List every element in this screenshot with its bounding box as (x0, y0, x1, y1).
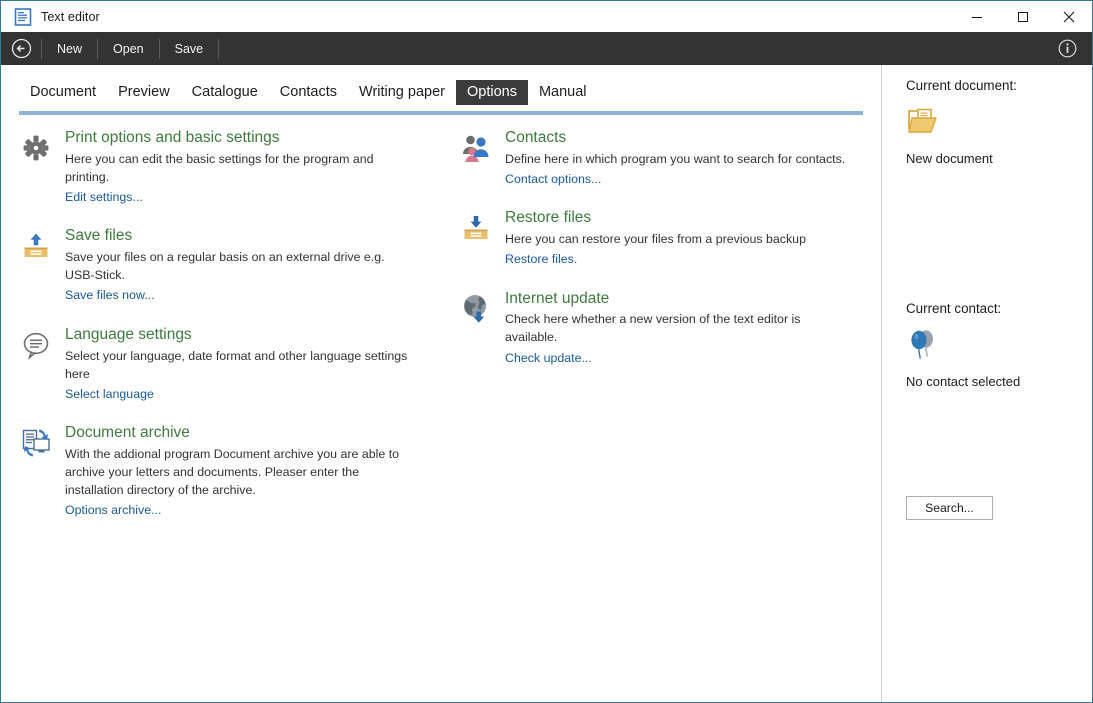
option-internet-update: Internet update Check here whether a new… (459, 290, 859, 367)
search-button[interactable]: Search... (906, 496, 993, 520)
close-icon[interactable] (1046, 1, 1092, 32)
option-link[interactable]: Restore files. (505, 251, 859, 268)
main-pane: Document Preview Catalogue Contacts Writ… (1, 65, 882, 702)
option-restore-files: Restore files Here you can restore your … (459, 209, 859, 268)
current-contact-block: Current contact: No contact selected (906, 301, 1020, 389)
option-document-archive: Document archive With the addional progr… (19, 424, 439, 520)
options-grid: Print options and basic settings Here yo… (1, 115, 881, 129)
gear-icon (19, 131, 53, 165)
balloons-icon (906, 328, 940, 362)
option-link[interactable]: Options archive... (65, 502, 439, 519)
document-icon (14, 8, 32, 26)
window-title: Text editor (41, 10, 100, 24)
maximize-icon[interactable] (1000, 1, 1046, 32)
options-column-right: Contacts Define here in which program yo… (459, 129, 859, 388)
option-description: With the addional program Document archi… (65, 445, 415, 499)
current-document-block: Current document: New document (906, 78, 1017, 166)
option-description: Here you can restore your files from a p… (505, 230, 855, 248)
document-archive-icon (19, 426, 53, 460)
option-title[interactable]: Document archive (65, 424, 439, 442)
tab-bar: Document Preview Catalogue Contacts Writ… (1, 65, 881, 105)
option-title[interactable]: Save files (65, 227, 439, 245)
toolbar-separator (218, 39, 219, 59)
speech-bubble-icon (19, 328, 53, 362)
back-arrow-icon[interactable] (1, 32, 41, 65)
option-link[interactable]: Check update... (505, 350, 859, 367)
option-description: Check here whether a new version of the … (505, 310, 855, 346)
option-description: Select your language, date format and ot… (65, 347, 415, 383)
option-link[interactable]: Save files now... (65, 287, 439, 304)
option-title[interactable]: Contacts (505, 129, 859, 147)
toolbar: New Open Save (1, 32, 1092, 65)
save-button[interactable]: Save (160, 32, 219, 65)
tab-document[interactable]: Document (19, 80, 107, 106)
tab-catalogue[interactable]: Catalogue (181, 80, 269, 106)
option-contacts: Contacts Define here in which program yo… (459, 129, 859, 188)
content-area: Document Preview Catalogue Contacts Writ… (1, 65, 1092, 702)
option-link[interactable]: Select language (65, 386, 439, 403)
new-button[interactable]: New (42, 32, 97, 65)
option-print-options: Print options and basic settings Here yo… (19, 129, 439, 206)
option-language-settings: Language settings Select your language, … (19, 326, 439, 403)
tab-preview[interactable]: Preview (107, 80, 181, 106)
option-title[interactable]: Print options and basic settings (65, 129, 439, 147)
globe-update-icon (459, 292, 493, 326)
window-controls (954, 1, 1092, 32)
option-save-files: Save files Save your files on a regular … (19, 227, 439, 304)
current-contact-label: Current contact: (906, 301, 1020, 316)
option-title[interactable]: Language settings (65, 326, 439, 344)
side-pane: Current document: New document (882, 65, 1092, 702)
title-bar: Text editor (1, 1, 1092, 32)
restore-files-icon (459, 211, 493, 245)
current-contact-value: No contact selected (906, 374, 1020, 389)
options-column-left: Print options and basic settings Here yo… (19, 129, 439, 541)
option-link[interactable]: Contact options... (505, 171, 859, 188)
tab-writing-paper[interactable]: Writing paper (348, 80, 456, 106)
application-window: Text editor New Open Save (0, 0, 1093, 703)
option-description: Define here in which program you want to… (505, 150, 855, 168)
open-folder-icon (906, 105, 940, 139)
contacts-people-icon (459, 131, 493, 165)
option-title[interactable]: Restore files (505, 209, 859, 227)
tab-contacts[interactable]: Contacts (269, 80, 348, 106)
open-button[interactable]: Open (98, 32, 159, 65)
option-title[interactable]: Internet update (505, 290, 859, 308)
minimize-icon[interactable] (954, 1, 1000, 32)
info-icon[interactable] (1050, 32, 1084, 65)
tab-manual[interactable]: Manual (528, 80, 598, 106)
save-files-icon (19, 229, 53, 263)
current-document-label: Current document: (906, 78, 1017, 93)
option-link[interactable]: Edit settings... (65, 189, 439, 206)
option-description: Here you can edit the basic settings for… (65, 150, 415, 186)
tab-options[interactable]: Options (456, 80, 528, 106)
option-description: Save your files on a regular basis on an… (65, 248, 415, 284)
current-document-value: New document (906, 151, 1017, 166)
